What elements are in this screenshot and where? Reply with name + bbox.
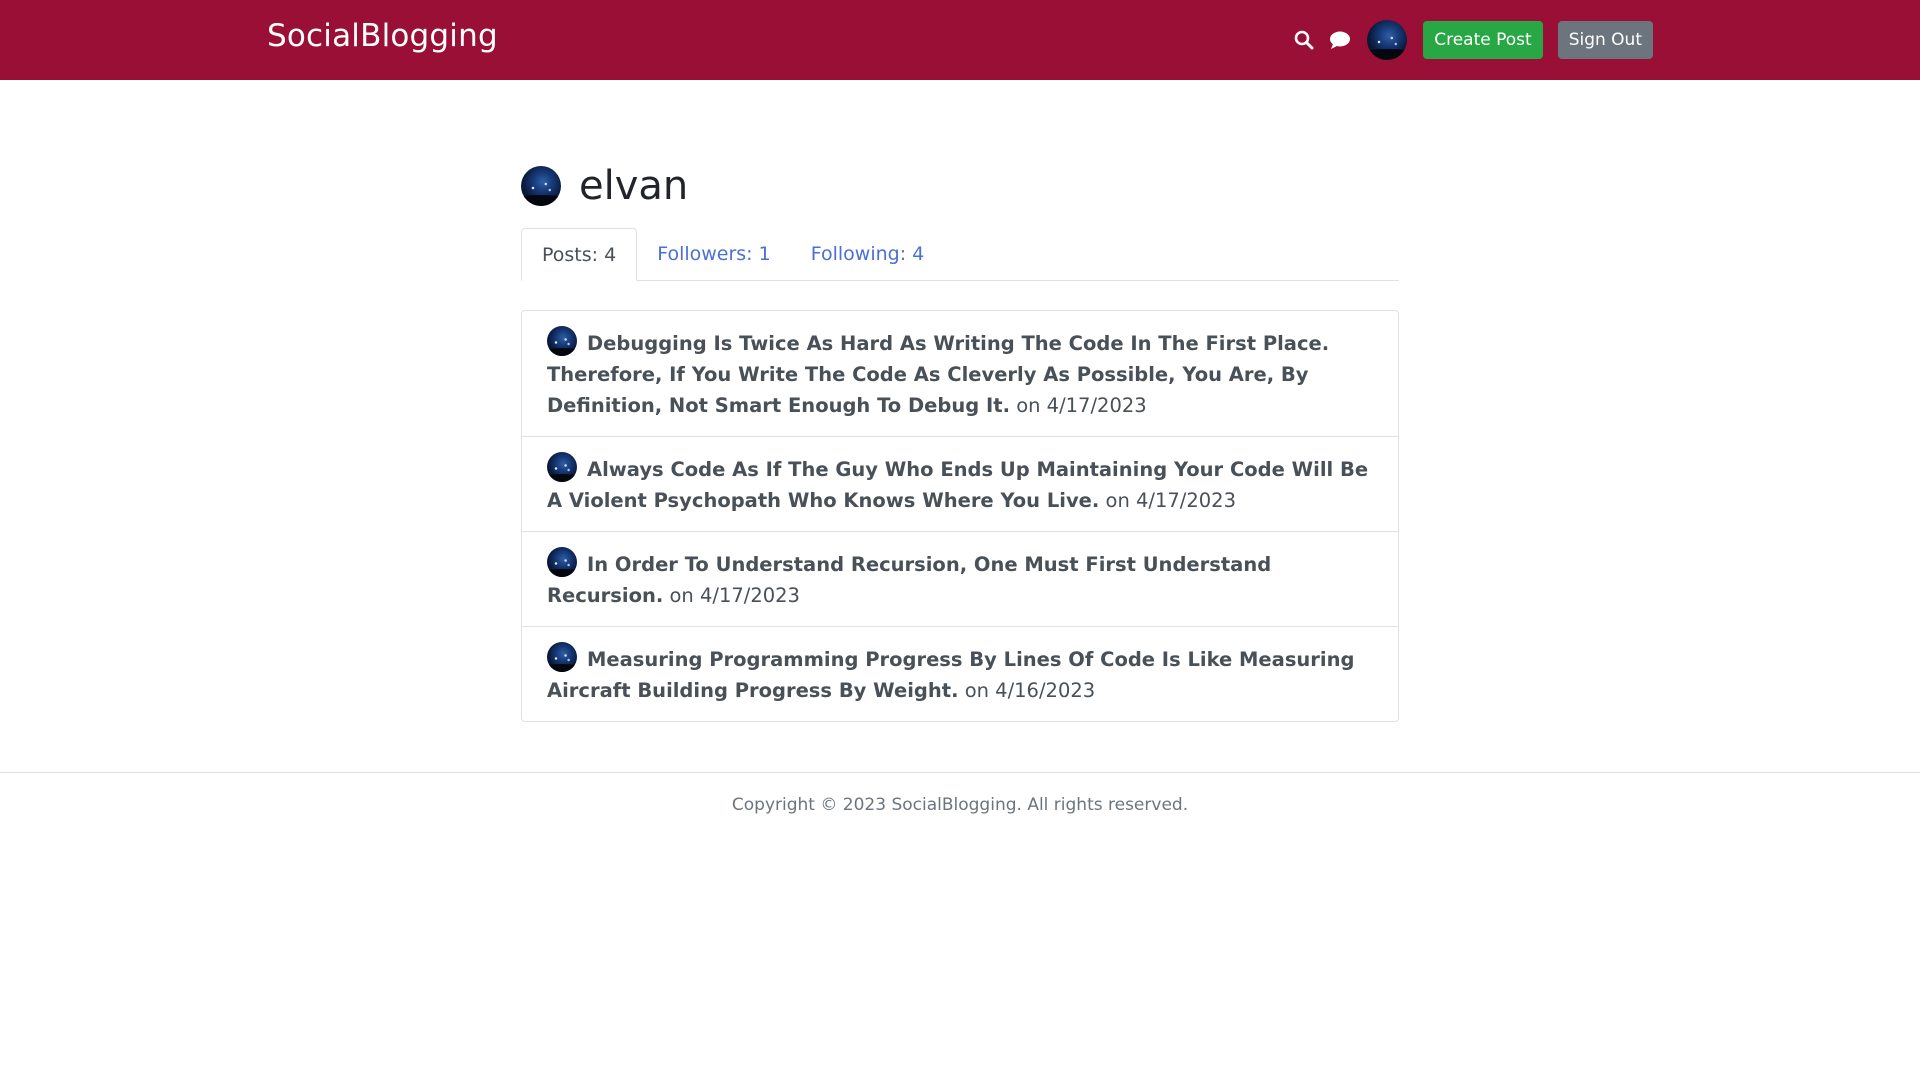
post-list: Debugging Is Twice As Hard As Writing Th… <box>521 310 1399 722</box>
post-title-link[interactable]: Measuring Programming Progress By Lines … <box>547 648 1354 702</box>
post-date: on 4/17/2023 <box>1016 394 1147 417</box>
footer-copyright: Copyright © 2023 SocialBlogging. All rig… <box>731 795 1189 815</box>
chat-bubble-icon[interactable] <box>1325 25 1355 55</box>
list-item: Always Code As If The Guy Who Ends Up Ma… <box>522 437 1398 532</box>
list-item: In Order To Understand Recursion, One Mu… <box>522 532 1398 627</box>
post-title-link[interactable]: In Order To Understand Recursion, One Mu… <box>547 553 1271 607</box>
footer: Copyright © 2023 SocialBlogging. All rig… <box>0 772 1920 815</box>
avatar-ground <box>547 347 577 356</box>
post-date: on 4/16/2023 <box>964 679 1096 702</box>
tab-following[interactable]: Following: 4 <box>791 228 945 279</box>
list-item: Measuring Programming Progress By Lines … <box>522 627 1398 721</box>
tab-posts[interactable]: Posts: 4 <box>521 228 638 281</box>
post-title-link[interactable]: Always Code As If The Guy Who Ends Up Ma… <box>547 458 1368 512</box>
avatar-ground <box>1367 48 1408 60</box>
profile-username: elvan <box>579 163 689 209</box>
sign-out-button[interactable]: Sign Out <box>1557 21 1653 59</box>
post-date: on 4/17/2023 <box>669 584 800 607</box>
create-post-button[interactable]: Create Post <box>1423 21 1543 59</box>
list-item: Debugging Is Twice As Hard As Writing Th… <box>522 311 1398 437</box>
avatar-ground <box>521 194 561 206</box>
post-author-avatar[interactable] <box>547 326 577 356</box>
avatar-ground <box>547 663 577 672</box>
post-author-avatar[interactable] <box>547 642 577 672</box>
search-icon[interactable] <box>1289 25 1319 55</box>
post-author-avatar[interactable] <box>547 452 577 482</box>
avatar-ground <box>547 473 577 482</box>
navbar-actions: Create Post Sign Out <box>1283 0 1653 80</box>
brand-logo-link[interactable]: SocialBlogging <box>267 18 498 54</box>
profile-tabs: Posts: 4 Followers: 1 Following: 4 <box>521 228 1399 281</box>
post-date: on 4/17/2023 <box>1105 489 1236 512</box>
post-title-link[interactable]: Debugging Is Twice As Hard As Writing Th… <box>547 332 1329 417</box>
tab-followers[interactable]: Followers: 1 <box>637 228 791 279</box>
navbar: SocialBlogging Create Post Sign Out <box>0 0 1920 80</box>
profile-avatar <box>521 166 561 206</box>
profile-header: elvan <box>521 163 688 209</box>
avatar-ground <box>547 568 577 577</box>
user-avatar[interactable] <box>1367 20 1408 60</box>
post-author-avatar[interactable] <box>547 547 577 577</box>
